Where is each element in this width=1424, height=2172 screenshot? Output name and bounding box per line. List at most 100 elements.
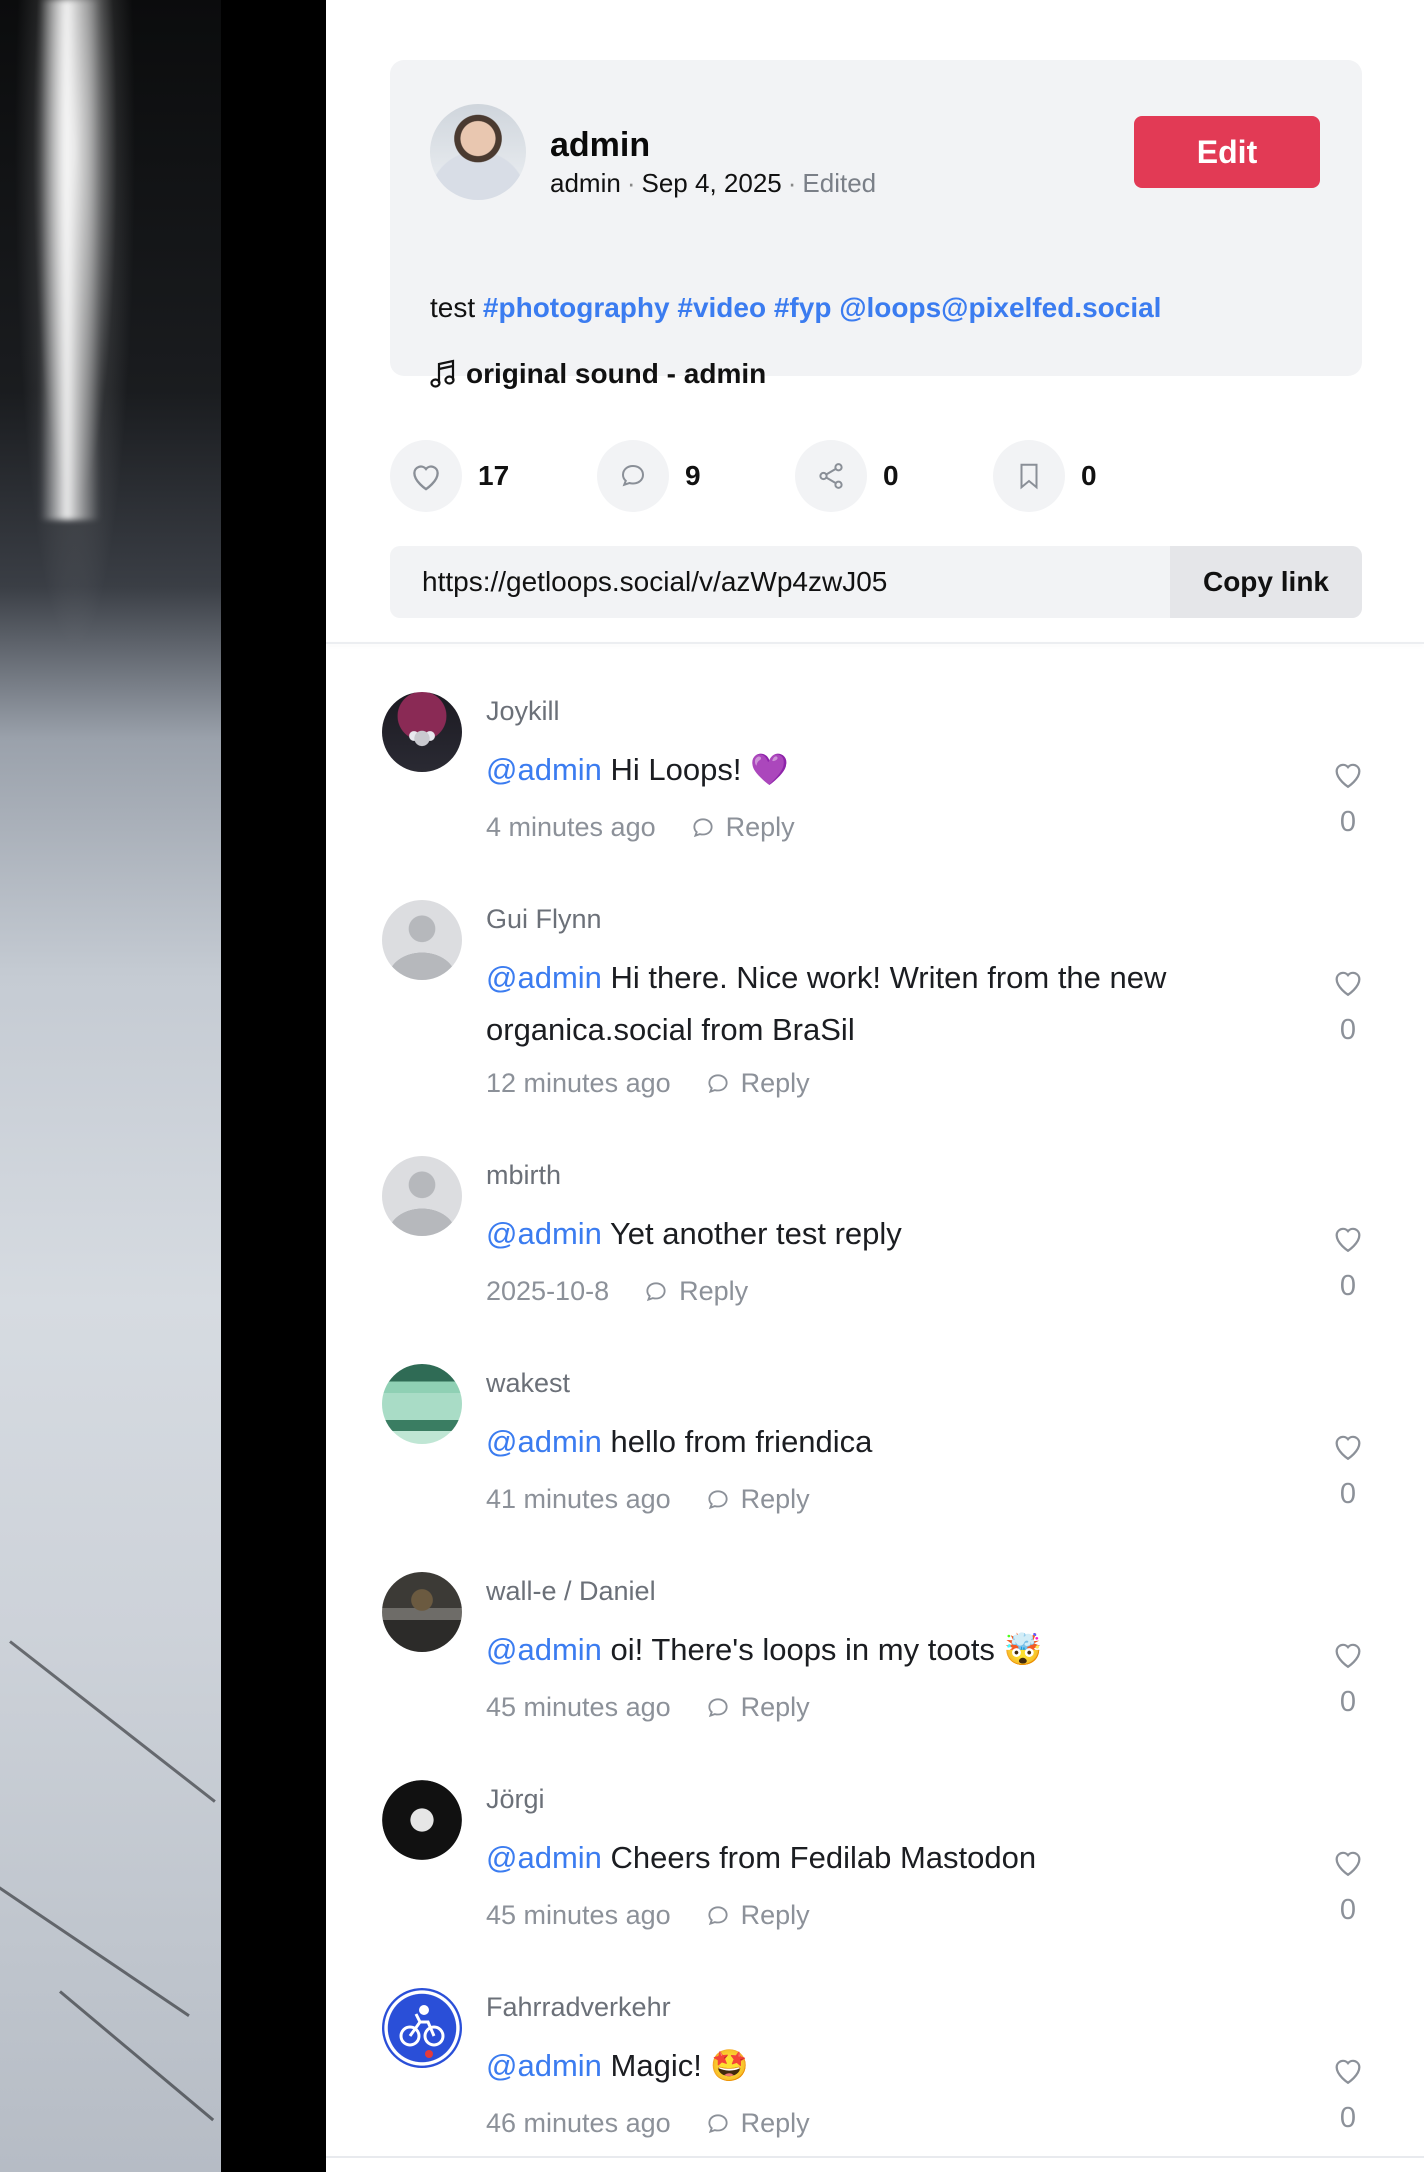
- comment-like-button[interactable]: 0: [1328, 2054, 1368, 2135]
- comment-item: Fahrradverkehr @admin Magic! 🤩 46 minute…: [326, 1960, 1424, 2168]
- reply-button[interactable]: Reply: [705, 1900, 810, 1931]
- edit-button[interactable]: Edit: [1134, 116, 1320, 188]
- divider: [326, 642, 1424, 644]
- reply-icon: [708, 1905, 728, 1925]
- comment-item: wall-e / Daniel @admin oi! There's loops…: [326, 1544, 1424, 1752]
- commenter-avatar[interactable]: [382, 1364, 462, 1444]
- reply-button[interactable]: Reply: [705, 1068, 810, 1099]
- comment-like-button[interactable]: 0: [1328, 1846, 1368, 1927]
- comment-item: Gui Flynn @admin Hi there. Nice work! Wr…: [326, 872, 1424, 1128]
- commenter-name[interactable]: Jörgi: [486, 1784, 545, 1815]
- comment-like-count: 0: [1339, 1270, 1357, 1302]
- heart-icon: [1335, 1643, 1361, 1669]
- mention-loops[interactable]: @loops@pixelfed.social: [839, 292, 1161, 323]
- heart-icon: [1335, 2059, 1361, 2085]
- reply-label: Reply: [740, 1692, 810, 1722]
- comment-time: 4 minutes ago: [486, 812, 656, 842]
- copy-link-button[interactable]: Copy link: [1170, 546, 1362, 618]
- share-button[interactable]: [795, 440, 867, 512]
- bookmark-stat: 0: [993, 440, 1097, 512]
- reply-icon: [708, 1489, 728, 1509]
- author-avatar[interactable]: [430, 104, 526, 200]
- separator-dot: ·: [787, 168, 797, 198]
- comment-like-count: 0: [1339, 2102, 1357, 2134]
- heart-icon: [1335, 971, 1361, 997]
- commenter-avatar[interactable]: [382, 1988, 462, 2068]
- video-texture: [0, 1880, 190, 2017]
- commenter-avatar[interactable]: [382, 1780, 462, 1860]
- reply-button[interactable]: Reply: [690, 812, 795, 843]
- comment-like-button[interactable]: 0: [1328, 1430, 1368, 1511]
- comment-item: Jörgi @admin Cheers from Fedilab Mastodo…: [326, 1752, 1424, 1960]
- reply-label: Reply: [740, 1068, 810, 1098]
- reply-label: Reply: [679, 1276, 749, 1306]
- reply-label: Reply: [740, 1484, 810, 1514]
- comment-time: 45 minutes ago: [486, 1900, 671, 1930]
- comment-button[interactable]: [597, 440, 669, 512]
- sound-link[interactable]: original sound - admin: [430, 358, 766, 390]
- commenter-avatar[interactable]: [382, 900, 462, 980]
- commenter-avatar[interactable]: [382, 692, 462, 772]
- comment-body: Yet another test reply: [601, 1216, 902, 1251]
- comment-item: wakest @admin hello from friendica 41 mi…: [326, 1336, 1424, 1544]
- edited-label: Edited: [802, 168, 877, 198]
- reply-button[interactable]: Reply: [705, 1692, 810, 1723]
- comment-meta: 45 minutes ago Reply: [486, 1900, 810, 1931]
- share-stat: 0: [795, 440, 899, 512]
- comment-like-count: 0: [1339, 1686, 1357, 1718]
- commenter-name[interactable]: wakest: [486, 1368, 570, 1399]
- comment-count: 9: [685, 460, 701, 491]
- commenter-name[interactable]: mbirth: [486, 1160, 561, 1191]
- heart-icon: [1335, 1227, 1361, 1253]
- comment-mention[interactable]: @admin: [486, 1840, 602, 1875]
- caption-text: test: [430, 292, 476, 323]
- comment-mention[interactable]: @admin: [486, 1424, 602, 1459]
- hashtag-photography[interactable]: #photography: [483, 292, 670, 323]
- comment-like-button[interactable]: 0: [1328, 1222, 1368, 1303]
- heart-icon: [1335, 763, 1361, 789]
- comment-text: @admin Yet another test reply: [486, 1208, 1286, 1260]
- reply-icon: [708, 1073, 728, 1093]
- share-link-row: https://getloops.social/v/azWp4zwJ05 Cop…: [390, 546, 1362, 618]
- comment-body: hello from friendica: [601, 1424, 873, 1459]
- share-link-url[interactable]: https://getloops.social/v/azWp4zwJ05: [422, 566, 887, 598]
- video-player[interactable]: [0, 0, 326, 2172]
- comment-meta: 46 minutes ago Reply: [486, 2108, 810, 2139]
- comment-mention[interactable]: @admin: [486, 1632, 602, 1667]
- reply-button[interactable]: Reply: [705, 1484, 810, 1515]
- comment-body: Cheers from Fedilab Mastodon: [601, 1840, 1037, 1875]
- commenter-avatar[interactable]: [382, 1156, 462, 1236]
- reply-button[interactable]: Reply: [705, 2108, 810, 2139]
- reply-label: Reply: [725, 812, 795, 842]
- like-button[interactable]: [390, 440, 462, 512]
- heart-icon: [1335, 1851, 1361, 1877]
- commenter-name[interactable]: wall-e / Daniel: [486, 1576, 656, 1607]
- comment-like-button[interactable]: 0: [1328, 758, 1368, 839]
- hashtag-video[interactable]: #video: [677, 292, 766, 323]
- bookmark-count: 0: [1081, 460, 1097, 491]
- comment-text: @admin oi! There's loops in my toots 🤯: [486, 1624, 1286, 1676]
- comment-mention[interactable]: @admin: [486, 2048, 602, 2083]
- video-frame: [0, 0, 221, 2172]
- reply-button[interactable]: Reply: [643, 1276, 748, 1307]
- video-light-streak: [40, 0, 100, 520]
- commenter-name[interactable]: Gui Flynn: [486, 904, 602, 935]
- author-handle[interactable]: admin: [550, 168, 621, 198]
- comment-time: 46 minutes ago: [486, 2108, 671, 2138]
- commenter-name[interactable]: Fahrradverkehr: [486, 1992, 671, 2023]
- comment-meta: 4 minutes ago Reply: [486, 812, 795, 843]
- bookmark-button[interactable]: [993, 440, 1065, 512]
- hashtag-fyp[interactable]: #fyp: [774, 292, 832, 323]
- comment-body: oi! There's loops in my toots 🤯: [601, 1632, 1043, 1667]
- comment-mention[interactable]: @admin: [486, 752, 602, 787]
- heart-icon: [1335, 1435, 1361, 1461]
- commenter-name[interactable]: Joykill: [486, 696, 560, 727]
- comment-mention[interactable]: @admin: [486, 1216, 602, 1251]
- heart-icon: [413, 465, 439, 491]
- commenter-avatar[interactable]: [382, 1572, 462, 1652]
- author-name[interactable]: admin: [550, 126, 650, 165]
- comment-like-button[interactable]: 0: [1328, 966, 1368, 1047]
- comment-mention[interactable]: @admin: [486, 960, 602, 995]
- comment-like-button[interactable]: 0: [1328, 1638, 1368, 1719]
- share-count: 0: [883, 460, 899, 491]
